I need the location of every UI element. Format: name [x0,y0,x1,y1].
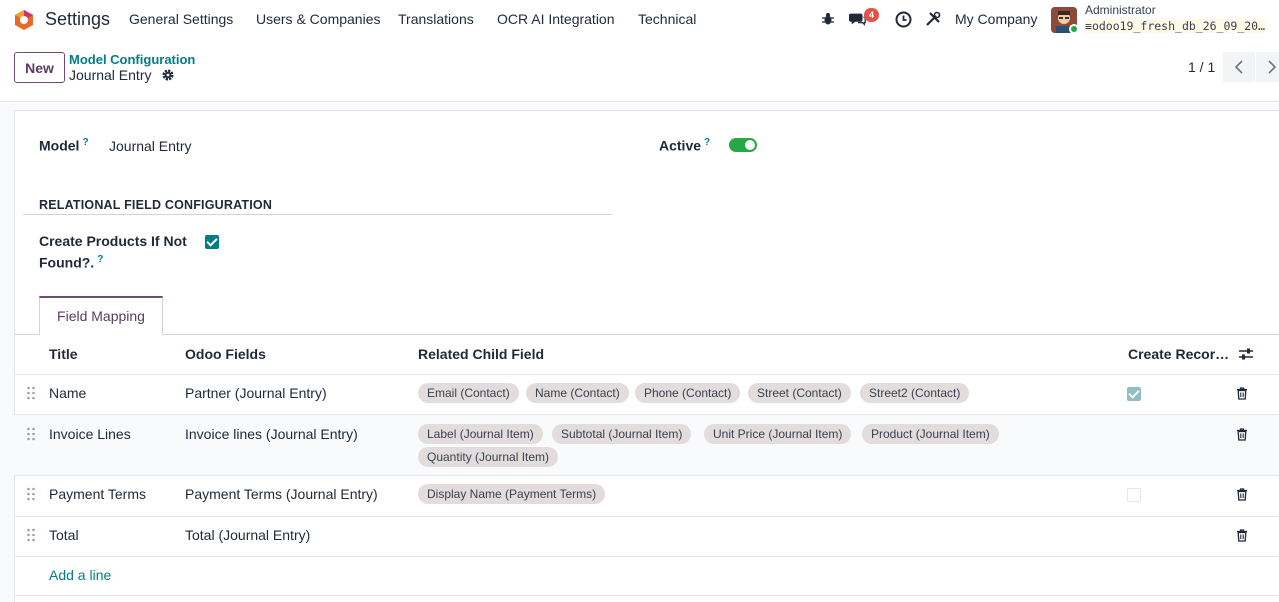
odoo-logo-icon[interactable] [13,9,35,31]
row-divider [14,595,1279,596]
field-tag[interactable]: Quantity (Journal Item) [418,447,559,467]
create-products-help-icon[interactable]: ? [97,254,103,265]
chevron-left-icon [1234,60,1243,74]
row-title[interactable]: Total [49,527,79,543]
database-name: ≡odoo19_fresh_db_26_09_20… [1085,19,1266,33]
control-panel: New Model Configuration Journal Entry 1 … [0,40,1279,102]
column-header-related-child-field[interactable]: Related Child Field [418,346,544,362]
trash-icon[interactable] [1236,387,1248,400]
row-odoo-field[interactable]: Partner (Journal Entry) [185,385,327,401]
row-divider [14,475,1279,476]
trash-icon[interactable] [1236,488,1248,501]
field-tag[interactable]: Email (Contact) [418,383,519,403]
field-tag[interactable]: Label (Journal Item) [418,424,543,444]
field-tag[interactable]: Unit Price (Journal Item) [704,424,852,444]
create-products-checkbox[interactable] [205,235,219,249]
clock-icon[interactable] [894,10,912,28]
row-odoo-field[interactable]: Invoice lines (Journal Entry) [185,426,358,442]
field-tag[interactable]: Street2 (Contact) [860,383,970,403]
menu-translations[interactable]: Translations [398,11,474,27]
top-navbar: Settings General Settings Users & Compan… [0,0,1279,40]
section-divider [23,214,612,215]
drag-handle-icon[interactable] [26,427,36,441]
column-header-title[interactable]: Title [49,346,78,362]
online-status-dot [1069,24,1079,34]
field-tag[interactable]: Phone (Contact) [635,383,741,403]
optional-columns-icon[interactable] [1238,346,1254,362]
create-records-checkbox[interactable] [1127,488,1141,502]
gear-icon[interactable] [161,68,175,82]
active-help-icon[interactable]: ? [704,137,710,148]
field-tag[interactable]: Subtotal (Journal Item) [552,424,692,444]
row-odoo-field[interactable]: Payment Terms (Journal Entry) [185,486,378,502]
tab-field-mapping[interactable]: Field Mapping [39,296,163,335]
tab-divider [14,334,1279,335]
database-icon: ≡ [1085,19,1092,33]
row-divider [14,374,1279,375]
active-label: Active? [659,137,711,154]
create-records-checkbox[interactable] [1127,387,1141,401]
drag-handle-icon[interactable] [26,487,36,501]
row-title[interactable]: Payment Terms [49,486,146,502]
model-value[interactable]: Journal Entry [109,138,191,154]
menu-general-settings[interactable]: General Settings [129,11,233,27]
breadcrumb-current: Journal Entry [69,67,152,83]
create-products-label-line1: Create Products If Not [39,233,187,249]
breadcrumb-parent[interactable]: Model Configuration [69,52,195,67]
field-tag[interactable]: Name (Contact) [526,383,629,403]
row-divider [14,556,1279,557]
pager-previous-button[interactable] [1223,52,1255,82]
drag-handle-icon[interactable] [26,386,36,400]
column-header-odoo-fields[interactable]: Odoo Fields [185,346,266,362]
row-odoo-field[interactable]: Total (Journal Entry) [185,527,310,543]
row-divider [14,516,1279,517]
tools-icon[interactable] [924,10,942,28]
new-button[interactable]: New [14,52,65,83]
active-toggle[interactable] [729,138,757,152]
bug-icon[interactable] [819,10,837,28]
create-products-label: Found?.? [39,254,104,271]
user-name[interactable]: Administrator [1085,3,1156,17]
model-help-icon[interactable]: ? [82,137,88,148]
pager-next-button[interactable] [1256,52,1279,82]
section-title: RELATIONAL FIELD CONFIGURATION [39,198,273,212]
chevron-right-icon [1268,60,1277,74]
column-header-create-records[interactable]: Create Recor… [1128,346,1229,362]
trash-icon[interactable] [1236,428,1248,441]
field-tag[interactable]: Product (Journal Item) [862,424,999,444]
add-line-link[interactable]: Add a line [49,567,111,583]
menu-ocr-ai-integration[interactable]: OCR AI Integration [497,11,615,27]
field-tag[interactable]: Street (Contact) [748,383,851,403]
company-switcher[interactable]: My Company [955,11,1037,27]
app-name[interactable]: Settings [45,9,110,30]
trash-icon[interactable] [1236,529,1248,542]
row-title[interactable]: Invoice Lines [49,426,131,442]
menu-users-companies[interactable]: Users & Companies [256,11,381,27]
message-count-badge: 4 [864,8,879,22]
pager-value[interactable]: 1 / 1 [1188,59,1215,75]
drag-handle-icon[interactable] [26,528,36,542]
row-title[interactable]: Name [49,385,86,401]
field-tag[interactable]: Display Name (Payment Terms) [418,484,606,504]
model-label: Model? [39,137,89,154]
menu-technical[interactable]: Technical [638,11,696,27]
